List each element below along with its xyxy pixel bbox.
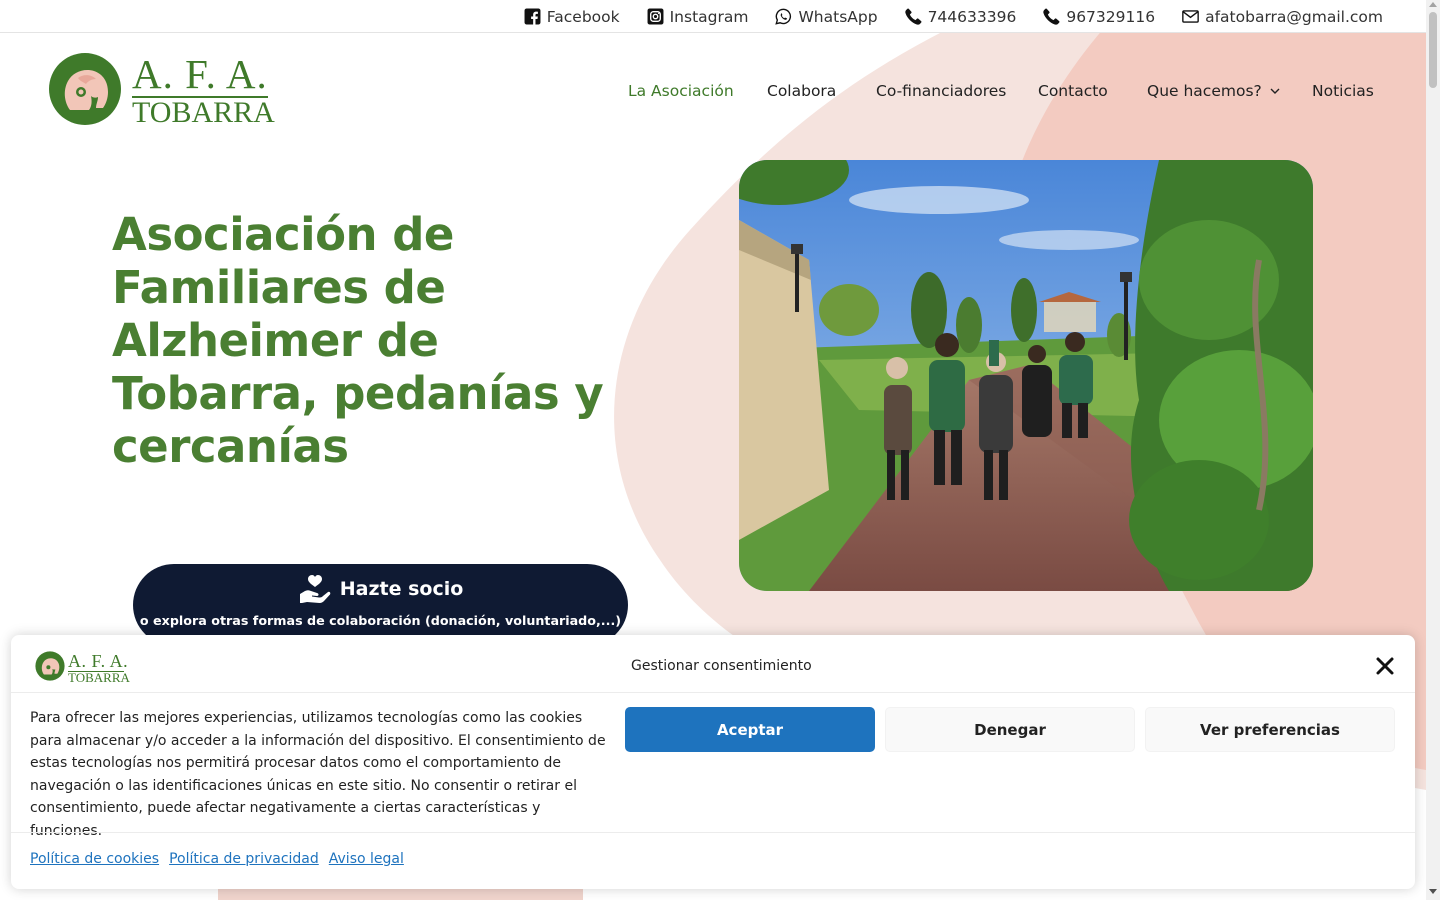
deny-button[interactable]: Denegar: [885, 707, 1135, 752]
logo-emblem-icon: [49, 53, 121, 125]
nav-noticias[interactable]: Noticias: [1312, 78, 1374, 104]
cookie-consent-banner: A. F. A. TOBARRA Gestionar consentimient…: [11, 635, 1415, 889]
page-scrollbar[interactable]: [1426, 0, 1440, 900]
instagram-icon: [647, 8, 664, 25]
privacy-policy-link[interactable]: Política de privacidad: [169, 851, 319, 867]
instagram-label: Instagram: [669, 7, 749, 26]
instagram-link[interactable]: Instagram: [647, 7, 749, 26]
mail-icon: [1182, 10, 1199, 23]
cta-sublabel: o explora otras formas de colaboración (…: [139, 613, 622, 628]
nav-contacto[interactable]: Contacto: [1038, 78, 1108, 104]
phone-icon: [1043, 8, 1060, 25]
nav-co-financiadores[interactable]: Co-financiadores: [876, 78, 1006, 104]
logo-subtitle: TOBARRA: [132, 96, 275, 129]
site-logo[interactable]: A. F. A. TOBARRA: [48, 51, 275, 129]
consent-header: A. F. A. TOBARRA Gestionar consentimient…: [11, 635, 1415, 693]
cta-label: Hazte socio: [339, 578, 464, 600]
phone-link-2[interactable]: 967329116: [1043, 8, 1155, 26]
top-contact-bar: Facebook Instagram WhatsApp 744633396 96…: [0, 0, 1426, 33]
legal-notice-link[interactable]: Aviso legal: [329, 851, 404, 867]
logo-title: A. F. A.: [132, 51, 268, 97]
whatsapp-link[interactable]: WhatsApp: [775, 7, 878, 26]
nav-colabora[interactable]: Colabora: [767, 78, 836, 104]
email-link[interactable]: afatobarra@gmail.com: [1182, 8, 1383, 26]
nav-label: La Asociación: [628, 82, 734, 100]
consent-logo-title: A. F. A.: [68, 651, 129, 671]
logo-emblem-icon: [35, 651, 65, 681]
consent-logo: A. F. A. TOBARRA: [35, 651, 130, 685]
facebook-icon: [524, 8, 541, 25]
consent-logo-subtitle: TOBARRA: [68, 670, 130, 685]
consent-links: Política de cookies Política de privacid…: [30, 851, 404, 867]
chevron-down-icon: [1270, 88, 1280, 94]
close-icon[interactable]: [1375, 656, 1395, 676]
cta-main: Hazte socio: [133, 574, 628, 604]
hazte-socio-button[interactable]: Hazte socio o explora otras formas de co…: [133, 564, 628, 646]
phone-link-1[interactable]: 744633396: [904, 7, 1017, 26]
hero-photo: [739, 160, 1313, 591]
nav-label: Que hacemos?: [1147, 82, 1262, 100]
consent-message: Para ofrecer las mejores experiencias, u…: [30, 710, 606, 839]
contact-links: Facebook Instagram WhatsApp 744633396 96…: [524, 0, 1383, 33]
phone-label-1: 744633396: [927, 7, 1017, 26]
nav-label: Colabora: [767, 82, 837, 100]
whatsapp-icon: [775, 8, 792, 25]
hero-title: Asociación de Familiares de Alzheimer de…: [112, 208, 604, 473]
heart-hand-icon: [299, 575, 331, 603]
facebook-link[interactable]: Facebook: [524, 8, 620, 26]
consent-footer: Política de cookies Política de privacid…: [11, 832, 1415, 889]
facebook-label: Facebook: [546, 7, 620, 26]
accept-button[interactable]: Aceptar: [625, 707, 875, 752]
hero-photo-illustration: [739, 160, 1313, 591]
phone-icon: [904, 8, 922, 25]
page: Facebook Instagram WhatsApp 744633396 96…: [0, 0, 1440, 900]
cookie-policy-link[interactable]: Política de cookies: [30, 851, 159, 867]
email-label: afatobarra@gmail.com: [1205, 7, 1383, 26]
scroll-up-arrow[interactable]: [1429, 2, 1437, 7]
scroll-thumb[interactable]: [1429, 12, 1437, 88]
whatsapp-label: WhatsApp: [798, 7, 878, 26]
nav-la-asociacion[interactable]: La Asociación: [628, 78, 734, 104]
nav-que-hacemos[interactable]: Que hacemos?: [1147, 78, 1280, 104]
preferences-button[interactable]: Ver preferencias: [1145, 707, 1395, 752]
nav-label: Co-financiadores: [876, 82, 1007, 100]
nav-label: Contacto: [1038, 82, 1108, 100]
nav-label: Noticias: [1312, 82, 1374, 100]
consent-title: Gestionar consentimiento: [631, 658, 812, 674]
phone-label-2: 967329116: [1066, 7, 1156, 26]
scroll-down-arrow[interactable]: [1429, 889, 1437, 894]
